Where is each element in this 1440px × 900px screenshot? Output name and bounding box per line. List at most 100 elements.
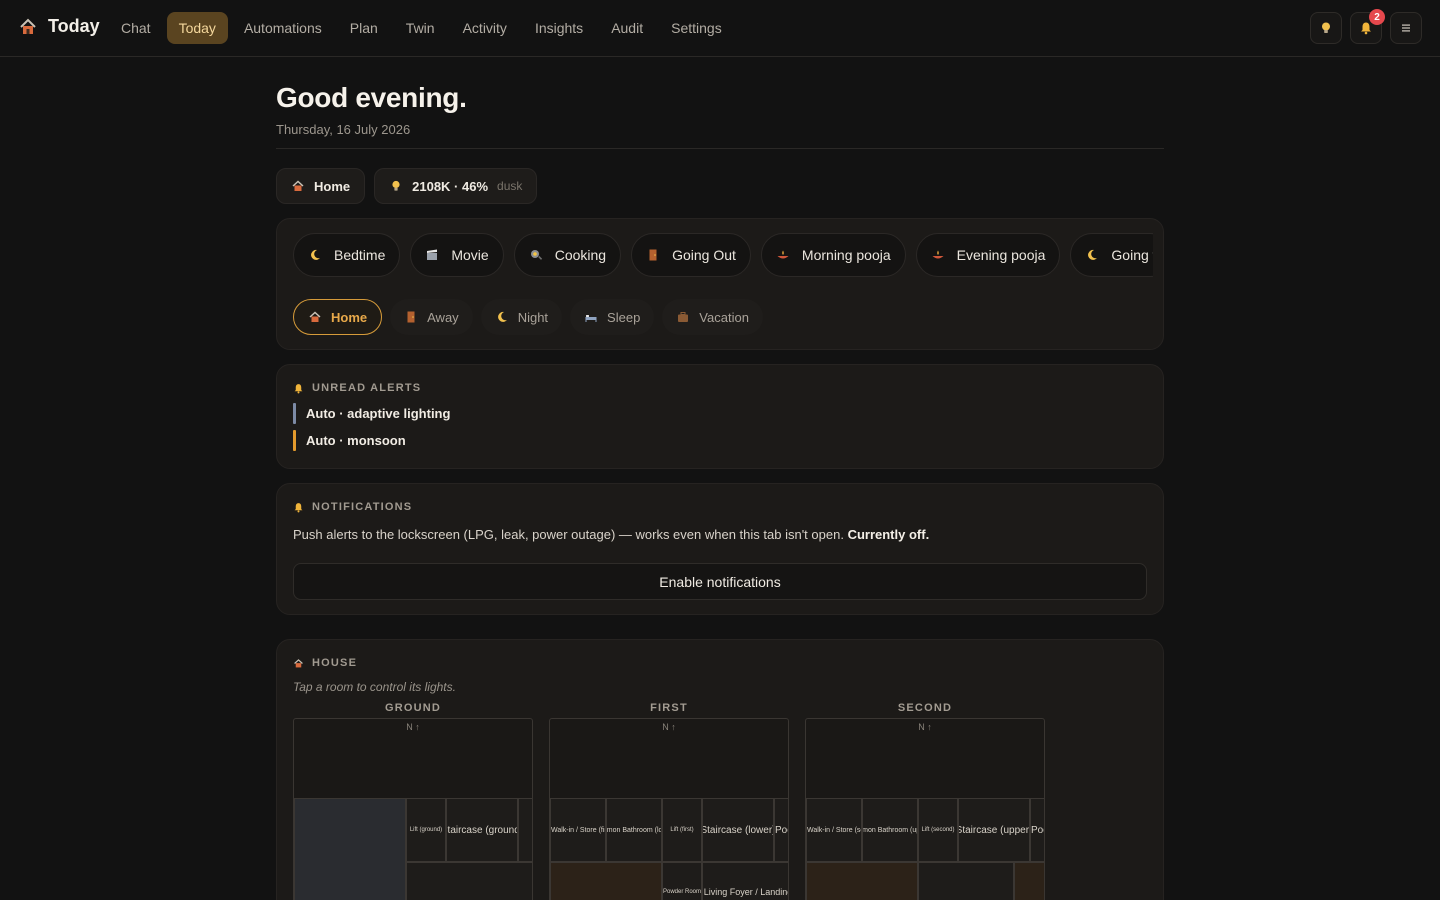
room-common-bathroom-lower[interactable]: Common Bathroom (lower)	[606, 798, 662, 862]
nav-chat[interactable]: Chat	[109, 12, 163, 44]
crescent-moon-icon	[1088, 249, 1098, 260]
nav-settings[interactable]: Settings	[659, 12, 734, 44]
scene-cooking[interactable]: Cooking	[513, 233, 622, 277]
nav-today[interactable]: Today	[166, 12, 228, 44]
room-pooja-first[interactable]: Pooja (N-	[774, 798, 788, 862]
room-unlabeled[interactable]	[806, 862, 918, 900]
scene-label: Morning pooja	[801, 247, 891, 263]
floor-ground: GROUND N ↑ Lift (ground) Staircase (grou…	[293, 702, 533, 900]
home-icon	[292, 180, 304, 191]
nav-automations[interactable]: Automations	[232, 12, 334, 44]
crescent-moon-icon	[311, 249, 320, 260]
room-staircase-upper[interactable]: Staircase (upper)	[958, 798, 1030, 862]
room-staircase-ground[interactable]: Staircase (ground)	[446, 798, 518, 862]
room-unlabeled[interactable]	[550, 862, 662, 900]
nav-plan[interactable]: Plan	[338, 12, 390, 44]
mode-label: Away	[427, 309, 459, 325]
room-pooja-second[interactable]: Pooja (S	[1030, 798, 1044, 862]
scene-label: Evening pooja	[956, 247, 1046, 263]
room-walk-in-store-first[interactable]: Walk-in / Store (first)	[550, 798, 606, 862]
notifications-button[interactable]: 2	[1350, 9, 1385, 44]
compass-north: N ↑	[406, 722, 420, 732]
scene-movie[interactable]: Movie	[410, 233, 504, 277]
mode-night[interactable]: Night	[480, 299, 563, 335]
scene-going-out[interactable]: Going Out	[631, 233, 751, 277]
brand[interactable]: Today	[18, 16, 100, 37]
nav-activity[interactable]: Activity	[451, 12, 519, 44]
floor-title: FIRST	[650, 702, 688, 714]
section-title: HOUSE	[312, 657, 358, 669]
mode-label: Home	[331, 309, 368, 325]
section-header: NOTIFICATIONS	[293, 501, 1147, 513]
room-unlabeled[interactable]	[406, 862, 532, 900]
main-content: Good evening. Thursday, 16 July 2026 Hom…	[276, 57, 1164, 900]
house-hint: Tap a room to control its lights.	[293, 680, 456, 694]
alert-item[interactable]: Auto · monsoon	[293, 430, 1147, 451]
section-header: HOUSE	[293, 657, 1147, 669]
section-title: UNREAD ALERTS	[312, 382, 422, 394]
room-walk-in-store-second[interactable]: Walk-in / Store (second)	[806, 798, 862, 862]
bell-icon	[294, 502, 303, 512]
notifications-state: Currently off.	[847, 527, 930, 542]
scene-label: Movie	[451, 247, 489, 263]
greeting-heading: Good evening.	[276, 82, 467, 113]
mode-list: Home Away Night Sleep Vacation	[293, 299, 1147, 335]
location-chip[interactable]: Home	[276, 168, 366, 204]
room-living-foyer-landing[interactable]: Living Foyer / Landing	[702, 862, 788, 900]
diya-lamp-icon	[932, 250, 944, 259]
scene-label: Going Out	[672, 247, 736, 263]
alert-item[interactable]: Auto · adaptive lighting	[293, 403, 1147, 424]
room-lift-second[interactable]: Lift (second)	[918, 798, 958, 862]
nav-insights[interactable]: Insights	[523, 12, 595, 44]
mode-vacation[interactable]: Vacation	[662, 299, 763, 335]
menu-button[interactable]	[1390, 12, 1422, 44]
scene-morning-pooja[interactable]: Morning pooja	[760, 233, 906, 277]
enable-notifications-button[interactable]: Enable notifications	[293, 563, 1147, 600]
lighting-chip[interactable]: 2108K · 46% dusk	[374, 168, 538, 204]
location-label: Home	[314, 178, 351, 194]
alert-text: Auto · adaptive lighting	[306, 406, 451, 421]
notifications-description: Push alerts to the lockscreen (LPG, leak…	[293, 525, 1147, 545]
alert-text: Auto · monsoon	[306, 433, 406, 448]
current-date: Thursday, 16 July 2026	[276, 122, 1164, 149]
scene-list: Bedtime Movie Cooking Going Out Morning …	[293, 233, 1153, 279]
section-header: UNREAD ALERTS	[293, 382, 1147, 394]
bell-icon	[294, 383, 303, 393]
compass-north: N ↑	[662, 722, 676, 732]
scenes-card: Bedtime Movie Cooking Going Out Morning …	[276, 218, 1164, 350]
mode-label: Vacation	[699, 309, 749, 325]
room-common-bathroom-upper[interactable]: Common Bathroom (upper)	[862, 798, 918, 862]
room-unlabeled[interactable]	[918, 862, 1014, 900]
scene-label: Going t	[1111, 247, 1153, 263]
scene-label: Bedtime	[334, 247, 386, 263]
home-icon	[294, 658, 303, 667]
nav-twin[interactable]: Twin	[394, 12, 447, 44]
alert-severity-bar	[293, 403, 296, 424]
scene-evening-pooja[interactable]: Evening pooja	[915, 233, 1061, 277]
room-lift-ground[interactable]: Lift (ground)	[406, 798, 446, 862]
scene-going-to-bed[interactable]: Going t	[1070, 233, 1153, 277]
room-staircase-lower[interactable]: Staircase (lower)	[702, 798, 774, 862]
notifications-text: Push alerts to the lockscreen (LPG, leak…	[293, 527, 844, 542]
mode-label: Night	[517, 309, 549, 325]
mode-home[interactable]: Home	[293, 299, 383, 335]
mode-away[interactable]: Away	[390, 299, 473, 335]
mode-sleep[interactable]: Sleep	[570, 299, 655, 335]
nav-audit[interactable]: Audit	[599, 12, 655, 44]
floor-first: FIRST N ↑ Walk-in / Store (first) Common…	[549, 702, 789, 900]
mode-label: Sleep	[607, 309, 641, 325]
room-unlabeled[interactable]	[1014, 862, 1044, 900]
room-unlabeled[interactable]	[518, 798, 532, 862]
top-bar: Today Chat Today Automations Plan Twin A…	[0, 0, 1440, 57]
lighting-button[interactable]	[1310, 12, 1342, 44]
floor-plan: N ↑ Lift (ground) Staircase (ground)	[293, 718, 533, 900]
lightbulb-icon	[1322, 22, 1330, 33]
room-powder-room[interactable]: Powder Room	[662, 862, 702, 900]
notifications-card: NOTIFICATIONS Push alerts to the lockscr…	[276, 483, 1164, 615]
lightbulb-icon	[392, 180, 400, 191]
top-actions: 2	[1310, 9, 1422, 44]
room-lift-first[interactable]: Lift (first)	[662, 798, 702, 862]
room-unlabeled[interactable]	[294, 798, 406, 900]
home-icon	[20, 18, 36, 34]
scene-bedtime[interactable]: Bedtime	[293, 233, 401, 277]
